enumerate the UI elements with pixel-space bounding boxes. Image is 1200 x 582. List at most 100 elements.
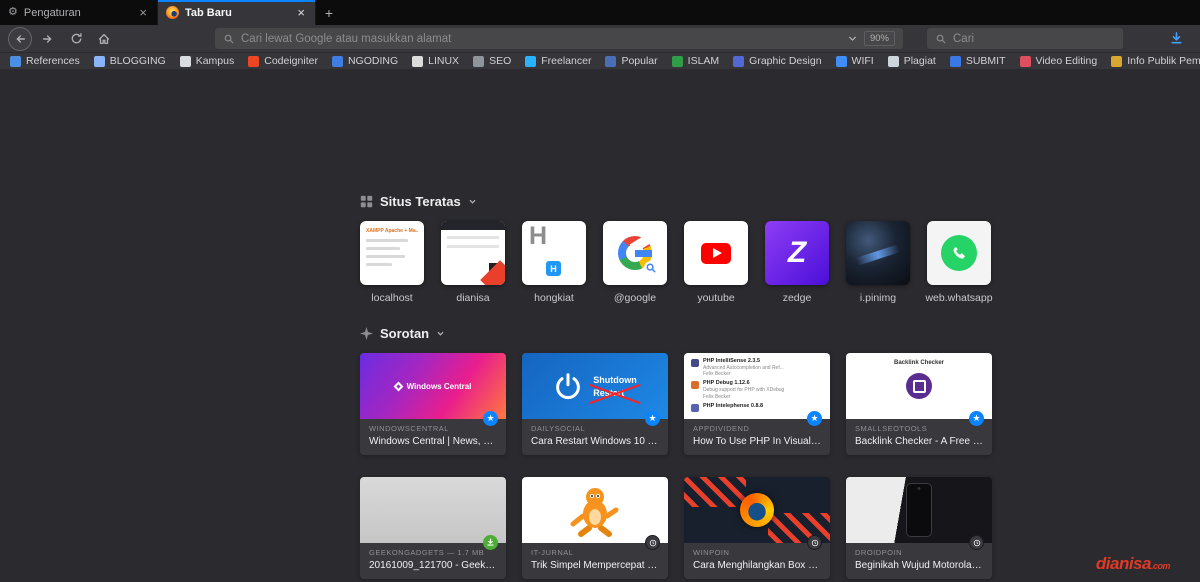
back-button[interactable]	[8, 27, 32, 51]
bookmark-item[interactable]: LINUX	[412, 55, 459, 67]
topsite-whatsapp[interactable]: web.whatsapp	[927, 221, 991, 304]
bookmark-item[interactable]: NGODING	[332, 55, 398, 67]
clock-icon	[648, 538, 658, 548]
card-title: Cara Restart Windows 10 Tanpa ...	[531, 436, 659, 447]
bookmark-star-badge: ★	[483, 411, 498, 426]
bookmark-label: References	[26, 55, 80, 67]
backlink-checker-icon	[906, 373, 932, 399]
topsite-thumbnail: H H	[522, 221, 586, 285]
bookmark-label: ISLAM	[688, 55, 720, 67]
grid-icon	[360, 195, 373, 208]
tab-tab-baru[interactable]: Tab Baru ×	[158, 0, 316, 25]
bookmark-item[interactable]: WIFI	[836, 55, 874, 67]
bookmark-label: Freelancer	[541, 55, 591, 67]
search-input[interactable]	[953, 33, 1115, 45]
card-title: Cara Menghilangkan Box Penca...	[693, 560, 821, 571]
download-icon	[1169, 31, 1184, 46]
bookmark-label: SUBMIT	[966, 55, 1006, 67]
highlight-card-geekongadgets[interactable]: GEEKONGADGETS — 1.7 MB 20161009_121700 -…	[360, 477, 506, 579]
topsite-label: hongkiat	[534, 292, 574, 304]
topsite-pinimg[interactable]: i.pinimg	[846, 221, 910, 304]
highlight-card-windowscentral[interactable]: Windows Central ★ WINDOWSCENTRAL Windows…	[360, 353, 506, 455]
bookmark-item[interactable]: Info Publik Pemilu 2019	[1111, 55, 1200, 67]
card-host: IT-JURNAL	[531, 548, 659, 557]
top-sites-header[interactable]: Situs Teratas	[360, 194, 994, 209]
forward-button[interactable]	[36, 27, 60, 51]
sparkle-icon	[360, 327, 373, 340]
highlight-card-droidpoin[interactable]: DROIDPOIN Beginikah Wujud Motorola Mot..…	[846, 477, 992, 579]
zoom-indicator[interactable]: 90%	[864, 31, 895, 46]
card-thumbnail: PHP IntelliSense 2.3.5 Advanced Autocomp…	[684, 353, 830, 419]
firefox-icon	[166, 6, 179, 19]
url-bar[interactable]: 90%	[215, 28, 903, 49]
bookmark-item[interactable]: BLOGGING	[94, 55, 166, 67]
new-tab-button[interactable]: +	[316, 0, 342, 25]
home-button[interactable]	[92, 27, 116, 51]
topsite-zedge[interactable]: Z zedge	[765, 221, 829, 304]
bookmark-favicon	[733, 56, 744, 67]
topsite-google[interactable]: @google	[603, 221, 667, 304]
url-input[interactable]	[241, 33, 841, 45]
bookmark-item[interactable]: Plagiat	[888, 55, 936, 67]
highlight-card-itjurnal[interactable]: IT-JURNAL Trik Simpel Mempercepat Brow..…	[522, 477, 668, 579]
downloads-button[interactable]	[1164, 27, 1188, 51]
top-sites-row: XAMPP Apache + Ma... localhost dianisa H…	[360, 221, 994, 304]
highlight-card-appdividend[interactable]: PHP IntelliSense 2.3.5 Advanced Autocomp…	[684, 353, 830, 455]
bookmark-favicon	[1111, 56, 1122, 67]
bookmark-item[interactable]: References	[10, 55, 80, 67]
section-title: Situs Teratas	[380, 194, 461, 209]
card-host: DROIDPOIN	[855, 548, 983, 557]
card-thumbnail: Windows Central	[360, 353, 506, 419]
firefox-logo	[740, 493, 774, 527]
bookmark-favicon	[888, 56, 899, 67]
topsite-thumbnail: Z	[765, 221, 829, 285]
bookmark-item[interactable]: Video Editing	[1020, 55, 1098, 67]
download-icon	[486, 538, 495, 547]
mascot-illustration	[569, 482, 621, 538]
chevron-down-icon[interactable]	[847, 33, 858, 44]
extension-icon	[691, 381, 699, 389]
gear-icon: ⚙	[8, 7, 18, 18]
topsite-youtube[interactable]: youtube	[684, 221, 748, 304]
bookmark-label: BLOGGING	[110, 55, 166, 67]
topsite-dianisa[interactable]: dianisa	[441, 221, 505, 304]
topsite-localhost[interactable]: XAMPP Apache + Ma... localhost	[360, 221, 424, 304]
bookmark-item[interactable]: SEO	[473, 55, 511, 67]
tab-pengaturan[interactable]: ⚙ Pengaturan ×	[0, 0, 158, 25]
close-tab-icon[interactable]: ×	[295, 5, 307, 20]
bookmark-label: LINUX	[428, 55, 459, 67]
reload-icon	[70, 32, 83, 45]
chevron-down-icon	[468, 197, 477, 206]
bookmark-item[interactable]: Graphic Design	[733, 55, 821, 67]
bookmark-item[interactable]: Popular	[605, 55, 657, 67]
bookmark-item[interactable]: ISLAM	[672, 55, 720, 67]
bookmark-favicon	[412, 56, 423, 67]
bookmark-item[interactable]: Freelancer	[525, 55, 591, 67]
search-bar[interactable]	[927, 28, 1123, 49]
chevron-down-icon	[436, 329, 445, 338]
bookmark-item[interactable]: SUBMIT	[950, 55, 1006, 67]
bookmark-label: NGODING	[348, 55, 398, 67]
bookmark-favicon	[605, 56, 616, 67]
zedge-logo: Z	[788, 236, 806, 270]
bookmark-item[interactable]: Codeigniter	[248, 55, 318, 67]
bookmark-favicon	[332, 56, 343, 67]
highlight-card-dailysocial[interactable]: Shutdown Restart ★ DAILYSOCIAL Cara Rest…	[522, 353, 668, 455]
topsite-hongkiat[interactable]: H H hongkiat	[522, 221, 586, 304]
card-title: How To Use PHP In Visual Studi...	[693, 436, 821, 447]
clock-icon	[810, 538, 820, 548]
extension-icon	[691, 404, 699, 412]
bookmark-star-badge: ★	[645, 411, 660, 426]
phone-illustration	[906, 483, 932, 537]
highlight-card-winpoin[interactable]: WINPOIN Cara Menghilangkan Box Penca...	[684, 477, 830, 579]
card-title: Windows Central | News, Forum...	[369, 436, 497, 447]
close-tab-icon[interactable]: ×	[137, 5, 149, 20]
card-thumbnail	[360, 477, 506, 543]
reload-button[interactable]	[64, 27, 88, 51]
highlight-card-smallseotools[interactable]: Backlink Checker ★ SMALLSEOTOOLS Backlin…	[846, 353, 992, 455]
bookmark-favicon	[473, 56, 484, 67]
topsite-label: dianisa	[456, 292, 489, 304]
bookmark-item[interactable]: Kampus	[180, 55, 235, 67]
history-clock-badge	[645, 535, 660, 550]
highlights-header[interactable]: Sorotan	[360, 326, 994, 341]
